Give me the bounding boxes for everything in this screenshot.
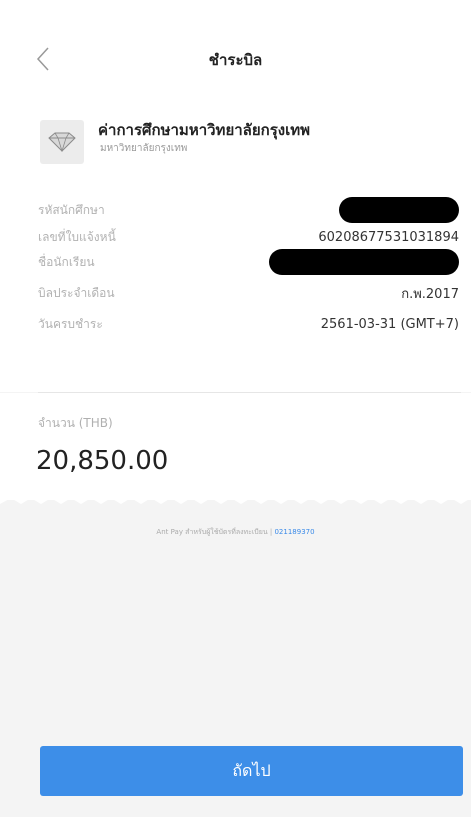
diamond-logo-icon [48, 132, 76, 152]
detail-label: เลขที่ใบแจ้งหนี้ [38, 229, 116, 244]
detail-row-invoice: เลขที่ใบแจ้งหนี้ 60208677531031894 [38, 227, 459, 247]
detail-row-bill-month: บิลประจำเดือน ก.พ.2017 [38, 283, 459, 303]
detail-value: ก.พ.2017 [401, 286, 459, 302]
detail-row-student-name: ชื่อนักเรียน [38, 249, 459, 275]
detail-label: รหัสนักศึกษา [38, 202, 105, 217]
next-button[interactable]: ถัดไป [40, 746, 463, 796]
redacted-value [269, 249, 459, 275]
detail-label: ชื่อนักเรียน [38, 254, 95, 269]
amount-value: 20,850.00 [36, 446, 169, 476]
merchant-subtitle: มหาวิทยาลัยกรุงเทพ [100, 143, 188, 154]
reference-text: Ant Pay สำหรับผู้ใช้บัตรที่ลงทะเบียน | [156, 528, 273, 536]
detail-label: บิลประจำเดือน [38, 285, 115, 300]
detail-row-due-date: วันครบชำระ 2561-03-31 (GMT+7) [38, 314, 459, 334]
amount-label: จำนวน (THB) [38, 416, 113, 430]
merchant-logo [40, 120, 84, 164]
detail-value: 60208677531031894 [318, 229, 459, 245]
page-title: ชำระบิล [208, 51, 263, 69]
detail-label: วันครบชำระ [38, 316, 103, 331]
merchant-name: ค่าการศึกษามหาวิทยาลัยกรุงเทพ [98, 121, 310, 139]
redacted-value [339, 197, 459, 223]
detail-row-student-id: รหัสนักศึกษา [38, 197, 459, 223]
detail-value: 2561-03-31 (GMT+7) [320, 316, 459, 332]
reference-note: Ant Pay สำหรับผู้ใช้บัตรที่ลงทะเบียน | 0… [0, 527, 471, 538]
reference-id: 021189370 [274, 528, 315, 536]
receipt-edge [0, 490, 471, 504]
